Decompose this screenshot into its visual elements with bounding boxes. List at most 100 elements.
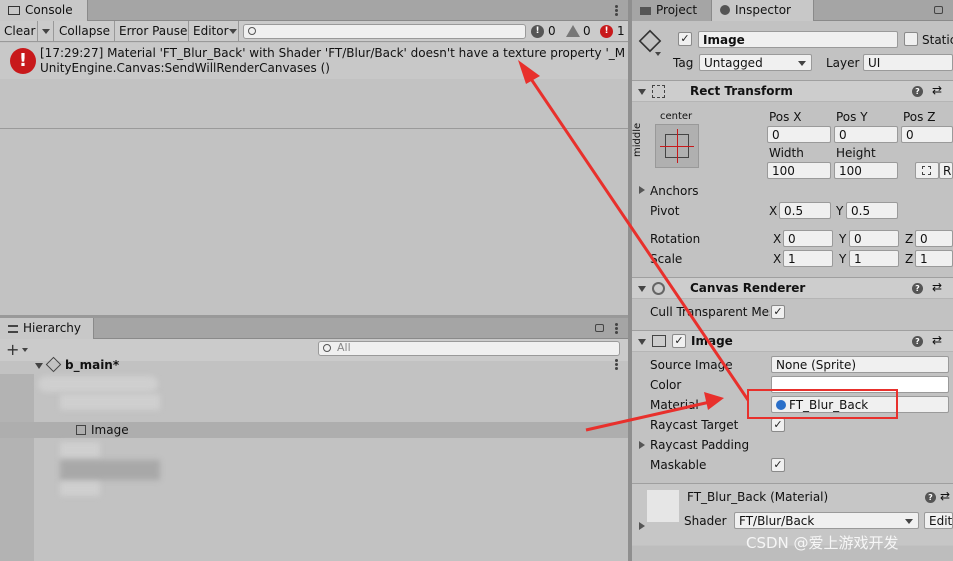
shader-edit-button[interactable]: Edit... (924, 512, 953, 529)
anchor-preset-button[interactable] (655, 124, 699, 168)
settings-icon[interactable]: ⇄ (932, 280, 942, 294)
active-checkbox[interactable]: ✓ (678, 32, 692, 46)
source-image-field[interactable]: None (Sprite) (771, 356, 949, 373)
collapse-button[interactable]: Collapse (55, 21, 115, 42)
tab-hierarchy[interactable]: Hierarchy (0, 318, 94, 339)
tab-inspector[interactable]: Inspector (712, 0, 814, 21)
rotation-label: Rotation (650, 232, 701, 246)
scale-y-field[interactable]: 1 (849, 250, 899, 267)
chevron-down-icon[interactable] (22, 348, 28, 352)
console-search-input[interactable] (243, 24, 526, 39)
expand-arrow-icon[interactable] (639, 186, 645, 194)
rotation-z-field[interactable]: 0 (915, 230, 953, 247)
console-log-entry[interactable]: ! [17:29:27] Material 'FT_Blur_Back' wit… (0, 43, 628, 79)
help-icon[interactable]: ? (912, 336, 923, 347)
pos-y-label: Pos Y (836, 110, 868, 124)
blueprint-icon (922, 166, 931, 175)
error-count-toggle[interactable]: ! 1 (600, 24, 628, 40)
search-icon (323, 344, 331, 352)
material-sphere-icon (776, 400, 786, 410)
hierarchy-item-image[interactable]: Image (0, 422, 628, 438)
rot-y-axis-label: Y (839, 232, 847, 246)
help-icon[interactable]: ? (912, 283, 923, 294)
layer-dropdown[interactable]: UI (863, 54, 953, 71)
hierarchy-item-label: Image (91, 423, 129, 437)
list-icon (8, 325, 18, 333)
scene-menu-icon[interactable] (615, 359, 618, 371)
scale-x-field[interactable]: 1 (783, 250, 833, 267)
scale-z-field[interactable]: 1 (915, 250, 953, 267)
cull-transparent-checkbox[interactable]: ✓ (771, 305, 785, 319)
clear-label: Clear (4, 24, 36, 38)
rect-transform-header[interactable]: Rect Transform ? ⇄ (632, 80, 953, 102)
chevron-down-icon (229, 29, 237, 34)
rotation-x-field[interactable]: 0 (783, 230, 833, 247)
pivot-y-field[interactable]: 0.5 (846, 202, 898, 219)
tab-project[interactable]: Project (632, 0, 712, 21)
folder-icon (640, 7, 651, 15)
height-field[interactable]: 100 (834, 162, 898, 179)
rot-x-axis-label: X (773, 232, 782, 246)
pos-x-field[interactable]: 0 (767, 126, 831, 143)
info-count-toggle[interactable]: ! 0 (531, 24, 561, 40)
scene-row[interactable]: b_main* (0, 356, 628, 373)
pos-y-field[interactable]: 0 (834, 126, 898, 143)
width-field[interactable]: 100 (767, 162, 831, 179)
expand-arrow-icon (638, 89, 646, 95)
anchor-h-label: center (660, 111, 693, 122)
static-checkbox[interactable] (904, 32, 918, 46)
editor-dropdown[interactable]: Editor (189, 21, 239, 42)
lock-icon[interactable] (595, 324, 604, 332)
raw-edit-button[interactable]: R (939, 162, 953, 179)
raycast-padding-label[interactable]: Raycast Padding (650, 438, 749, 452)
material-preview-thumbnail (647, 490, 679, 522)
error-pause-button[interactable]: Error Pause (115, 21, 189, 42)
clear-dropdown[interactable] (38, 21, 54, 42)
expand-arrow-icon[interactable] (639, 522, 645, 530)
settings-icon[interactable]: ⇄ (932, 333, 942, 347)
canvas-renderer-title: Canvas Renderer (690, 281, 806, 295)
expand-arrow-icon (35, 363, 43, 369)
tab-console[interactable]: Console (0, 0, 88, 21)
tag-dropdown[interactable]: Untagged (699, 54, 812, 71)
blueprint-mode-button[interactable] (915, 162, 939, 179)
clear-button[interactable]: Clear (0, 21, 38, 42)
rot-z-axis-label: Z (905, 232, 914, 246)
console-menu-icon[interactable] (615, 5, 618, 17)
error-icon: ! (10, 48, 36, 74)
image-enabled-checkbox[interactable]: ✓ (672, 334, 686, 348)
canvas-renderer-header[interactable]: Canvas Renderer ? ⇄ (632, 277, 953, 299)
anchors-label[interactable]: Anchors (650, 184, 699, 198)
hierarchy-search-input[interactable]: All (318, 341, 620, 356)
image-component-header[interactable]: ✓ Image ? ⇄ (632, 330, 953, 352)
settings-icon[interactable]: ⇄ (940, 489, 950, 503)
height-label: Height (836, 146, 876, 160)
lock-icon[interactable] (934, 6, 943, 14)
rotation-y-field[interactable]: 0 (849, 230, 899, 247)
chevron-down-icon[interactable] (655, 52, 661, 56)
tab-inspector-label: Inspector (735, 3, 791, 17)
hierarchy-menu-icon[interactable] (615, 323, 618, 335)
expand-arrow-icon (638, 286, 646, 292)
raycast-target-checkbox[interactable]: ✓ (771, 418, 785, 432)
add-icon[interactable]: + (6, 340, 19, 359)
color-field[interactable] (771, 376, 949, 393)
source-image-label: Source Image (650, 358, 733, 372)
warning-count-toggle[interactable]: 0 (566, 24, 594, 40)
warning-count: 0 (583, 24, 591, 38)
material-field[interactable]: FT_Blur_Back (771, 396, 949, 413)
raycast-target-label: Raycast Target (650, 418, 739, 432)
shader-dropdown[interactable]: FT/Blur/Back (734, 512, 919, 529)
canvas-renderer-icon (652, 282, 665, 295)
pivot-x-field[interactable]: 0.5 (779, 202, 831, 219)
pos-z-field[interactable]: 0 (901, 126, 953, 143)
rect-transform-icon (652, 85, 665, 98)
expand-arrow-icon[interactable] (639, 441, 645, 449)
maskable-checkbox[interactable]: ✓ (771, 458, 785, 472)
scale-x-axis-label: X (773, 252, 782, 266)
blurred-item-2 (60, 394, 160, 410)
settings-icon[interactable]: ⇄ (932, 83, 942, 97)
help-icon[interactable]: ? (912, 86, 923, 97)
object-name-field[interactable]: Image (698, 31, 898, 48)
help-icon[interactable]: ? (925, 492, 936, 503)
